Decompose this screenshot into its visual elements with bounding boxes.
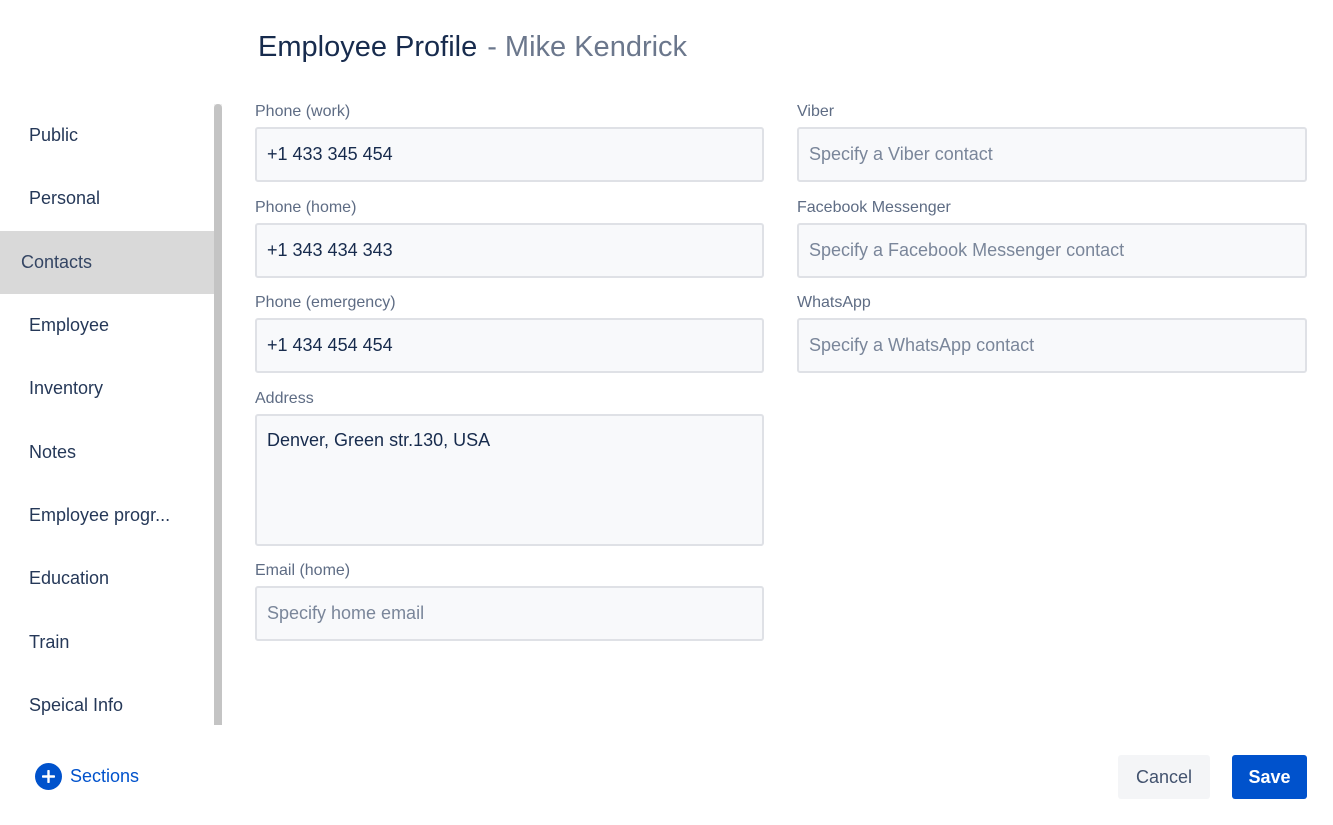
sidebar-scrollbar[interactable] (214, 104, 222, 725)
address-field: Address Denver, Green str.130, USA (255, 390, 764, 551)
phone-work-field: Phone (work) (255, 103, 764, 182)
whatsapp-label: WhatsApp (797, 294, 871, 311)
phone-home-label: Phone (home) (255, 199, 357, 216)
save-button[interactable]: Save (1232, 755, 1307, 799)
employee-profile-page: Employee Profile - Mike Kendrick Public P… (0, 0, 1333, 825)
address-label: Address (255, 390, 314, 407)
sidebar-item-employee-progress[interactable]: Employee progr... (0, 484, 214, 547)
page-title-main: Employee Profile (258, 31, 478, 63)
sections-sidebar: Public Personal Contacts Employee Invent… (0, 104, 214, 737)
phone-emergency-label: Phone (emergency) (255, 294, 396, 311)
viber-label: Viber (797, 103, 835, 120)
sidebar-item-special-info[interactable]: Speical Info (0, 674, 214, 737)
page-title: Employee Profile - Mike Kendrick (258, 28, 687, 66)
facebook-messenger-input[interactable] (797, 223, 1307, 278)
sidebar-item-employee[interactable]: Employee (0, 294, 214, 357)
phone-emergency-input[interactable] (255, 318, 764, 373)
sidebar-item-train[interactable]: Train (0, 610, 214, 673)
phone-emergency-field: Phone (emergency) (255, 294, 764, 373)
sidebar-item-notes[interactable]: Notes (0, 420, 214, 483)
whatsapp-input[interactable] (797, 318, 1307, 373)
sidebar-item-contacts[interactable]: Contacts (0, 230, 214, 294)
facebook-messenger-field: Facebook Messenger (797, 199, 1307, 278)
whatsapp-field: WhatsApp (797, 294, 1307, 373)
cancel-button[interactable]: Cancel (1118, 755, 1210, 799)
phone-work-label: Phone (work) (255, 103, 351, 120)
plus-circle-icon (35, 763, 62, 790)
email-home-field: Email (home) (255, 562, 764, 641)
facebook-messenger-label: Facebook Messenger (797, 199, 951, 216)
phone-work-input[interactable] (255, 127, 764, 182)
address-textarea[interactable]: Denver, Green str.130, USA (255, 414, 764, 546)
sidebar-item-personal[interactable]: Personal (0, 167, 214, 230)
sidebar-item-education[interactable]: Education (0, 547, 214, 610)
viber-field: Viber (797, 103, 1307, 182)
phone-home-field: Phone (home) (255, 199, 764, 278)
add-sections-label: Sections (70, 766, 140, 786)
add-sections-button[interactable]: Sections (35, 763, 139, 790)
page-title-employee-name: - Mike Kendrick (487, 31, 688, 63)
phone-home-input[interactable] (255, 223, 764, 278)
sidebar-item-public[interactable]: Public (0, 104, 214, 167)
email-home-input[interactable] (255, 586, 764, 641)
sidebar-scrollbar-thumb[interactable] (214, 104, 222, 725)
sidebar-item-inventory[interactable]: Inventory (0, 357, 214, 420)
viber-input[interactable] (797, 127, 1307, 182)
email-home-label: Email (home) (255, 562, 351, 579)
